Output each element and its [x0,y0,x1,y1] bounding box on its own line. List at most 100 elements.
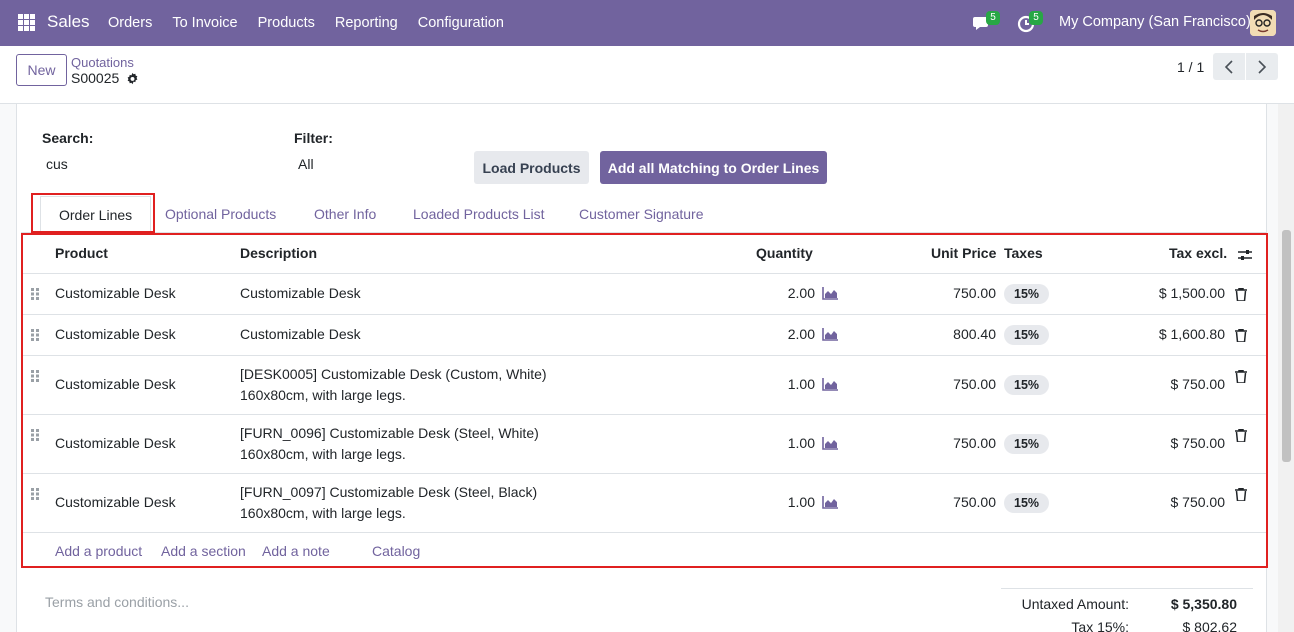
tax-badge[interactable]: 15% [1004,493,1050,513]
forecast-chart-icon[interactable] [822,287,838,300]
row-description-detail[interactable]: 160x80cm, with large legs. [240,505,406,521]
row-description[interactable]: Customizable Desk [240,326,361,342]
header-product[interactable]: Product [55,245,108,261]
main-menu: Orders To Invoice Products Reporting Con… [98,0,514,46]
tab-loaded-products-list[interactable]: Loaded Products List [413,196,545,232]
optional-columns-icon[interactable] [1237,248,1253,262]
control-panel: New Quotations S00025 1 / 1 [0,46,1294,104]
tax-badge[interactable]: 15% [1004,325,1050,345]
user-avatar[interactable] [1250,10,1276,36]
row-subtotal: $ 750.00 [1170,376,1226,392]
row-description-detail[interactable]: 160x80cm, with large legs. [240,446,406,462]
tax-badge[interactable]: 15% [1004,284,1050,304]
drag-handle-icon[interactable] [31,329,39,341]
trash-icon[interactable] [1235,370,1247,383]
order-lines-table: Product Description Quantity Unit Price … [21,233,1268,568]
search-input[interactable]: cus [46,156,68,172]
new-button[interactable]: New [16,54,67,86]
forecast-chart-icon[interactable] [822,378,838,391]
row-unit-price[interactable]: 800.40 [953,326,996,342]
filter-label: Filter: [294,130,333,146]
row-description[interactable]: Customizable Desk [240,285,361,301]
catalog-link[interactable]: Catalog [372,543,420,559]
row-product[interactable]: Customizable Desk [55,326,176,342]
add-product-link[interactable]: Add a product [55,543,142,559]
filter-select[interactable]: All [298,156,314,172]
totals-divider [1001,588,1253,589]
forecast-chart-icon[interactable] [822,437,838,450]
drag-handle-icon[interactable] [31,288,39,300]
menu-configuration[interactable]: Configuration [408,0,514,46]
row-unit-price[interactable]: 750.00 [953,494,996,510]
pager-value[interactable]: 1 / 1 [1177,59,1204,75]
chevron-right-icon [1258,59,1267,74]
trash-icon[interactable] [1235,329,1247,342]
forecast-chart-icon[interactable] [822,328,838,341]
row-description-detail[interactable]: 160x80cm, with large legs. [240,387,406,403]
untaxed-amount-label: Untaxed Amount: [1021,596,1129,612]
scrollbar-thumb[interactable] [1282,230,1291,462]
header-taxes[interactable]: Taxes [1004,245,1043,261]
row-description[interactable]: [DESK0005] Customizable Desk (Custom, Wh… [240,366,547,382]
menu-reporting[interactable]: Reporting [325,0,408,46]
row-quantity[interactable]: 1.00 [788,376,815,392]
table-row[interactable]: Customizable Desk Customizable Desk 2.00… [23,273,1266,314]
row-description[interactable]: [FURN_0096] Customizable Desk (Steel, Wh… [240,425,539,441]
breadcrumb-quotations[interactable]: Quotations [71,55,134,70]
header-unit-price[interactable]: Unit Price [931,245,996,261]
tab-other-info[interactable]: Other Info [314,196,376,232]
tax-badge[interactable]: 15% [1004,434,1050,454]
company-switcher[interactable]: My Company (San Francisco) [1059,14,1251,30]
row-subtotal: $ 750.00 [1170,435,1226,451]
tab-customer-signature[interactable]: Customer Signature [579,196,704,232]
row-unit-price[interactable]: 750.00 [953,435,996,451]
row-unit-price[interactable]: 750.00 [953,376,996,392]
menu-to-invoice[interactable]: To Invoice [162,0,247,46]
add-line-row: Add a product Add a section Add a note C… [23,532,1266,568]
pager-previous-button[interactable] [1213,53,1245,80]
row-product[interactable]: Customizable Desk [55,494,176,510]
row-quantity[interactable]: 2.00 [788,326,815,342]
table-row[interactable]: Customizable Desk [DESK0005] Customizabl… [23,355,1266,414]
menu-orders[interactable]: Orders [98,0,162,46]
chat-count-badge: 5 [986,11,1000,25]
table-row[interactable]: Customizable Desk [FURN_0096] Customizab… [23,414,1266,473]
apps-menu-icon[interactable] [18,14,35,31]
row-subtotal: $ 750.00 [1170,494,1226,510]
drag-handle-icon[interactable] [31,488,39,500]
row-quantity[interactable]: 1.00 [788,435,815,451]
add-all-matching-button[interactable]: Add all Matching to Order Lines [600,151,827,184]
app-brand[interactable]: Sales [47,12,90,32]
terms-and-conditions-input[interactable]: Terms and conditions... [45,594,189,610]
row-product[interactable]: Customizable Desk [55,285,176,301]
row-quantity[interactable]: 1.00 [788,494,815,510]
row-description[interactable]: [FURN_0097] Customizable Desk (Steel, Bl… [240,484,537,500]
gear-icon[interactable] [126,72,139,85]
tab-optional-products[interactable]: Optional Products [165,196,276,232]
row-product[interactable]: Customizable Desk [55,376,176,392]
chevron-left-icon [1224,59,1233,74]
add-section-link[interactable]: Add a section [161,543,246,559]
header-description[interactable]: Description [240,245,317,261]
trash-icon[interactable] [1235,288,1247,301]
table-row[interactable]: Customizable Desk Customizable Desk 2.00… [23,314,1266,355]
tax-value: $ 802.62 [1182,619,1238,632]
header-quantity[interactable]: Quantity [756,245,813,261]
header-tax-excl[interactable]: Tax excl. [1169,245,1227,261]
pager-next-button[interactable] [1246,53,1278,80]
trash-icon[interactable] [1235,429,1247,442]
row-subtotal: $ 1,600.80 [1158,326,1225,342]
drag-handle-icon[interactable] [31,370,39,382]
table-row[interactable]: Customizable Desk [FURN_0097] Customizab… [23,473,1266,532]
record-name: S00025 [71,70,120,86]
forecast-chart-icon[interactable] [822,496,838,509]
tax-badge[interactable]: 15% [1004,375,1050,395]
drag-handle-icon[interactable] [31,429,39,441]
add-note-link[interactable]: Add a note [262,543,330,559]
row-quantity[interactable]: 2.00 [788,285,815,301]
menu-products[interactable]: Products [248,0,325,46]
row-unit-price[interactable]: 750.00 [953,285,996,301]
trash-icon[interactable] [1235,488,1247,501]
row-product[interactable]: Customizable Desk [55,435,176,451]
load-products-button[interactable]: Load Products [474,151,589,184]
